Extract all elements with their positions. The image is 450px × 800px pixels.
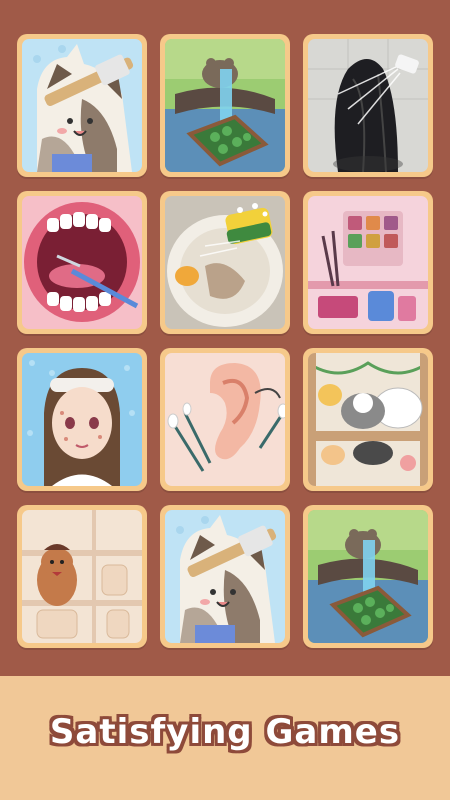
- dirty-dog-icon: [165, 510, 285, 643]
- caption-title: Satisfying Games: [49, 712, 401, 752]
- game-tile-capybara-shelf[interactable]: [17, 505, 147, 648]
- capybara-shelf-icon: [22, 510, 142, 643]
- makeup-shelf-icon: [308, 196, 428, 329]
- game-tile-frog-pond[interactable]: [160, 34, 290, 177]
- frog-fountain-icon: [165, 39, 285, 172]
- game-tile-plate-washing[interactable]: [160, 191, 290, 334]
- hair-shower-icon: [308, 39, 428, 172]
- game-tile-hair-wash[interactable]: [303, 34, 433, 177]
- dirty-dog-icon: [22, 39, 142, 172]
- game-grid: [17, 34, 433, 650]
- game-tile-frog-pond-2[interactable]: [303, 505, 433, 648]
- game-tile-ear-cleaning[interactable]: [160, 348, 290, 491]
- girl-face-icon: [22, 353, 142, 486]
- game-tile-teeth-cleaning[interactable]: [17, 191, 147, 334]
- plate-sponge-icon: [165, 196, 285, 329]
- game-tile-dog-cleaning[interactable]: [17, 34, 147, 177]
- frog-fountain-icon: [308, 510, 428, 643]
- game-tile-makeup-organizer[interactable]: [303, 191, 433, 334]
- teeth-dentist-icon: [22, 196, 142, 329]
- cats-dogs-shelf-icon: [308, 353, 428, 486]
- game-tile-pet-shelf[interactable]: [303, 348, 433, 491]
- ear-cotton-swab-icon: [165, 353, 285, 486]
- game-tile-dog-cleaning-2[interactable]: [160, 505, 290, 648]
- game-tile-face-care[interactable]: [17, 348, 147, 491]
